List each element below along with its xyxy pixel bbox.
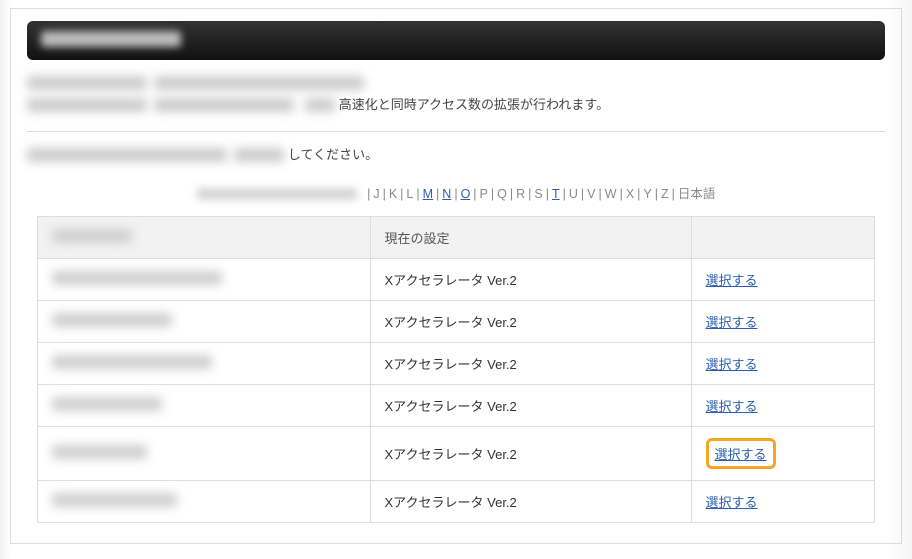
alpha-separator: | — [491, 187, 494, 201]
action-cell: 選択する — [691, 300, 874, 342]
domain-cell — [38, 426, 371, 480]
alpha-separator: | — [620, 187, 623, 201]
domain-cell — [38, 300, 371, 342]
alpha-separator: | — [416, 187, 419, 201]
intro-line2-visible: 高速化と同時アクセス数の拡張が行われます。 — [339, 97, 609, 112]
settings-panel: 高速化と同時アクセス数の拡張が行われます。 してください。 |J|K|L|M|N… — [10, 8, 902, 544]
instruction-text: してください。 — [27, 144, 885, 163]
setting-cell: Xアクセラレータ Ver.2 — [370, 426, 691, 480]
col-header-domain — [38, 216, 371, 258]
action-cell: 選択する — [691, 258, 874, 300]
domain-name-blurred — [52, 397, 162, 411]
alpha-letter-L: L — [406, 187, 413, 201]
alpha-letter-T[interactable]: T — [552, 187, 560, 201]
select-link[interactable]: 選択する — [706, 399, 758, 414]
col-header-action — [691, 216, 874, 258]
alpha-letter-N[interactable]: N — [442, 187, 451, 201]
alpha-separator: | — [436, 187, 439, 201]
alpha-letter-P: P — [480, 187, 488, 201]
table-row: Xアクセラレータ Ver.2 選択する — [38, 384, 875, 426]
header-domain-blurred — [52, 229, 132, 243]
domain-cell — [38, 384, 371, 426]
alpha-separator: | — [672, 187, 675, 201]
alpha-letter-S: S — [534, 187, 542, 201]
alpha-separator: | — [367, 187, 370, 201]
domain-name-blurred — [52, 355, 212, 369]
alpha-letter-O[interactable]: O — [461, 187, 471, 201]
instruction-suffix: してください。 — [288, 147, 378, 162]
alpha-letter-M[interactable]: M — [423, 187, 433, 201]
table-row: Xアクセラレータ Ver.2 選択する — [38, 258, 875, 300]
divider — [27, 131, 885, 132]
alpha-separator: | — [546, 187, 549, 201]
alpha-letter-U: U — [569, 187, 578, 201]
alpha-letter-Y: Y — [643, 187, 651, 201]
domain-cell — [38, 480, 371, 522]
alpha-separator: | — [563, 187, 566, 201]
alpha-letter-R: R — [516, 187, 525, 201]
alpha-letter-W: W — [605, 187, 617, 201]
select-link[interactable]: 選択する — [706, 495, 758, 510]
alpha-blurred-segment — [197, 188, 357, 200]
alpha-letter-K: K — [389, 187, 397, 201]
table-header-row: 現在の設定 — [38, 216, 875, 258]
alpha-separator: | — [637, 187, 640, 201]
domain-name-blurred — [52, 271, 222, 285]
domain-table: 現在の設定 Xアクセラレータ Ver.2 選択する Xアクセラレータ Ver.2 選択… — [37, 216, 875, 523]
alpha-letter-J: J — [373, 187, 379, 201]
setting-cell: Xアクセラレータ Ver.2 — [370, 300, 691, 342]
panel-title-blurred — [41, 31, 181, 47]
alpha-separator: | — [528, 187, 531, 201]
setting-cell: Xアクセラレータ Ver.2 — [370, 342, 691, 384]
action-cell: 選択する — [691, 426, 874, 480]
domain-cell — [38, 258, 371, 300]
select-link[interactable]: 選択する — [715, 447, 767, 462]
select-link[interactable]: 選択する — [706, 315, 758, 330]
action-cell: 選択する — [691, 342, 874, 384]
alpha-separator: | — [473, 187, 476, 201]
setting-cell: Xアクセラレータ Ver.2 — [370, 384, 691, 426]
select-link[interactable]: 選択する — [706, 273, 758, 288]
alpha-separator: | — [655, 187, 658, 201]
domain-name-blurred — [52, 445, 147, 459]
alpha-separator: | — [400, 187, 403, 201]
intro-text: 高速化と同時アクセス数の拡張が行われます。 — [27, 74, 885, 113]
table-row: Xアクセラレータ Ver.2 選択する — [38, 426, 875, 480]
table-row: Xアクセラレータ Ver.2 選択する — [38, 480, 875, 522]
alpha-separator: | — [510, 187, 513, 201]
table-row: Xアクセラレータ Ver.2 選択する — [38, 342, 875, 384]
col-header-setting: 現在の設定 — [370, 216, 691, 258]
alpha-separator: | — [599, 187, 602, 201]
select-link[interactable]: 選択する — [706, 357, 758, 372]
domain-name-blurred — [52, 493, 177, 507]
domain-name-blurred — [52, 313, 172, 327]
setting-cell: Xアクセラレータ Ver.2 — [370, 480, 691, 522]
domain-cell — [38, 342, 371, 384]
alpha-separator: | — [581, 187, 584, 201]
setting-cell: Xアクセラレータ Ver.2 — [370, 258, 691, 300]
alpha-letter-Q: Q — [497, 187, 507, 201]
alpha-separator: | — [454, 187, 457, 201]
highlight-ring: 選択する — [706, 438, 776, 469]
alpha-separator: | — [383, 187, 386, 201]
action-cell: 選択する — [691, 480, 874, 522]
panel-header — [27, 21, 885, 60]
alpha-letter-Z: Z — [661, 187, 669, 201]
table-row: Xアクセラレータ Ver.2 選択する — [38, 300, 875, 342]
action-cell: 選択する — [691, 384, 874, 426]
alpha-letter-日本語: 日本語 — [678, 187, 716, 201]
alpha-letter-X: X — [626, 187, 634, 201]
alpha-letter-V: V — [587, 187, 595, 201]
alphabet-filter: |J|K|L|M|N|O|P|Q|R|S|T|U|V|W|X|Y|Z|日本語 — [37, 177, 875, 208]
